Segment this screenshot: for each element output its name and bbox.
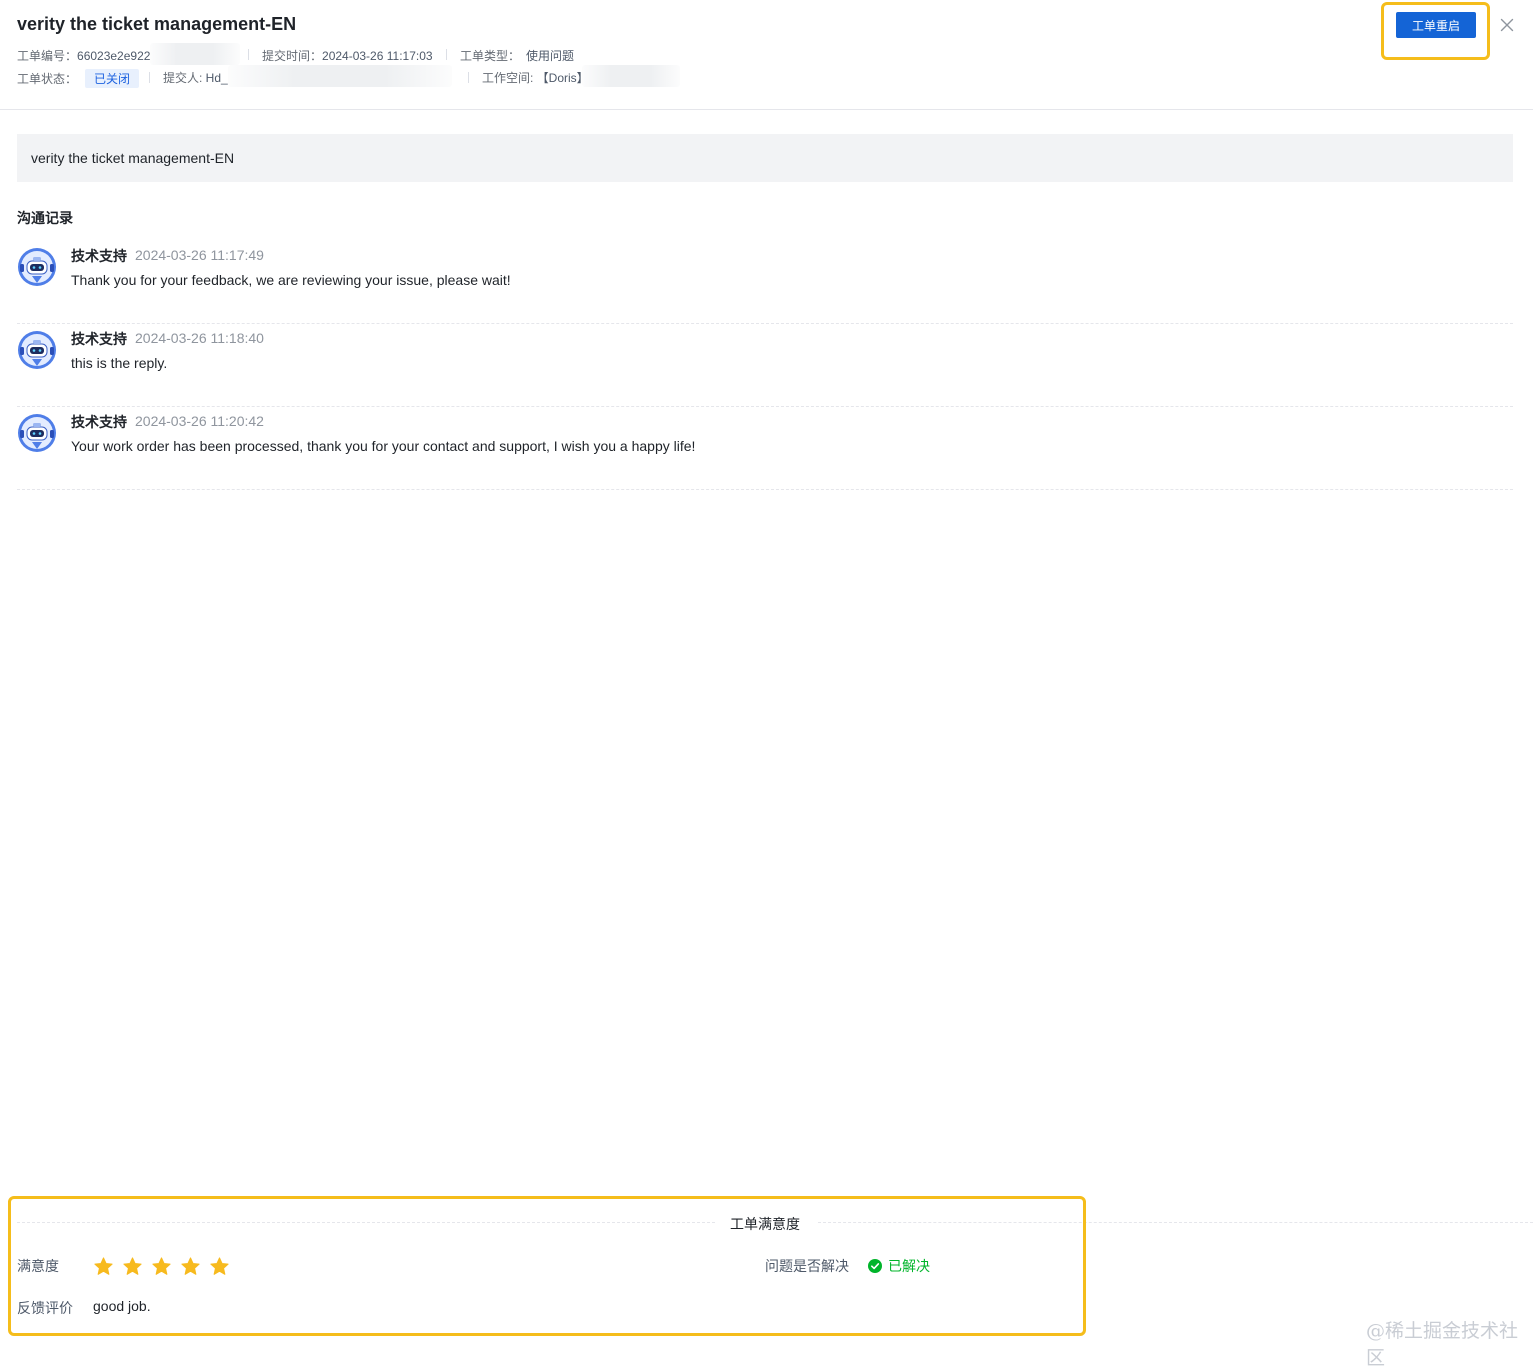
message-author: 技术支持 xyxy=(71,331,127,347)
reopen-ticket-button[interactable]: 工单重启 xyxy=(1396,12,1476,38)
message-text: this is the reply. xyxy=(71,355,168,371)
message-time: 2024-03-26 11:20:42 xyxy=(135,413,264,429)
robot-avatar-icon xyxy=(18,331,56,369)
meta-divider xyxy=(468,72,469,83)
submit-time: 提交时间：2024-03-26 11:17:03 xyxy=(262,49,433,63)
ticket-title: verity the ticket management-EN xyxy=(17,14,297,34)
message-author: 技术支持 xyxy=(71,248,127,264)
redacted-workspace-blur xyxy=(582,65,680,87)
ticket-type: 工单类型： 使用问题 xyxy=(460,49,575,63)
message-item: 技术支持 2024-03-26 11:18:40 this is the rep… xyxy=(17,324,1513,407)
meta-divider xyxy=(248,49,249,60)
ticket-description: verity the ticket management-EN xyxy=(17,134,1513,182)
status-badge: 已关闭 xyxy=(85,69,140,88)
communication-title: 沟通记录 xyxy=(17,210,73,226)
message-text: Your work order has been processed, than… xyxy=(71,438,696,454)
redacted-id-blur xyxy=(150,43,240,65)
satisfaction-highlight-frame xyxy=(8,1196,1086,1336)
message-text: Thank you for your feedback, we are revi… xyxy=(71,272,511,288)
ticket-header: verity the ticket management-EN 工单编号：660… xyxy=(0,0,1533,110)
submitter: 提交人: Hd_ xyxy=(163,71,228,85)
watermark: @稀土掘金技术社区 xyxy=(1366,1320,1519,1369)
meta-divider xyxy=(149,72,150,83)
workspace: 工作空间: 【Doris】 xyxy=(482,71,589,85)
ticket-status: 工单状态： 已关闭 xyxy=(17,69,140,88)
close-icon[interactable] xyxy=(1498,16,1516,34)
message-author: 技术支持 xyxy=(71,414,127,430)
message-time: 2024-03-26 11:17:49 xyxy=(135,247,264,263)
message-item: 技术支持 2024-03-26 11:20:42 Your work order… xyxy=(17,407,1513,490)
redacted-submitter-blur xyxy=(228,65,452,87)
message-time: 2024-03-26 11:18:40 xyxy=(135,330,264,346)
message-item: 技术支持 2024-03-26 11:17:49 Thank you for y… xyxy=(17,241,1513,324)
robot-avatar-icon xyxy=(18,414,56,452)
ticket-id: 工单编号：66023e2e922 xyxy=(17,49,151,63)
meta-divider xyxy=(446,49,447,60)
robot-avatar-icon xyxy=(18,248,56,286)
